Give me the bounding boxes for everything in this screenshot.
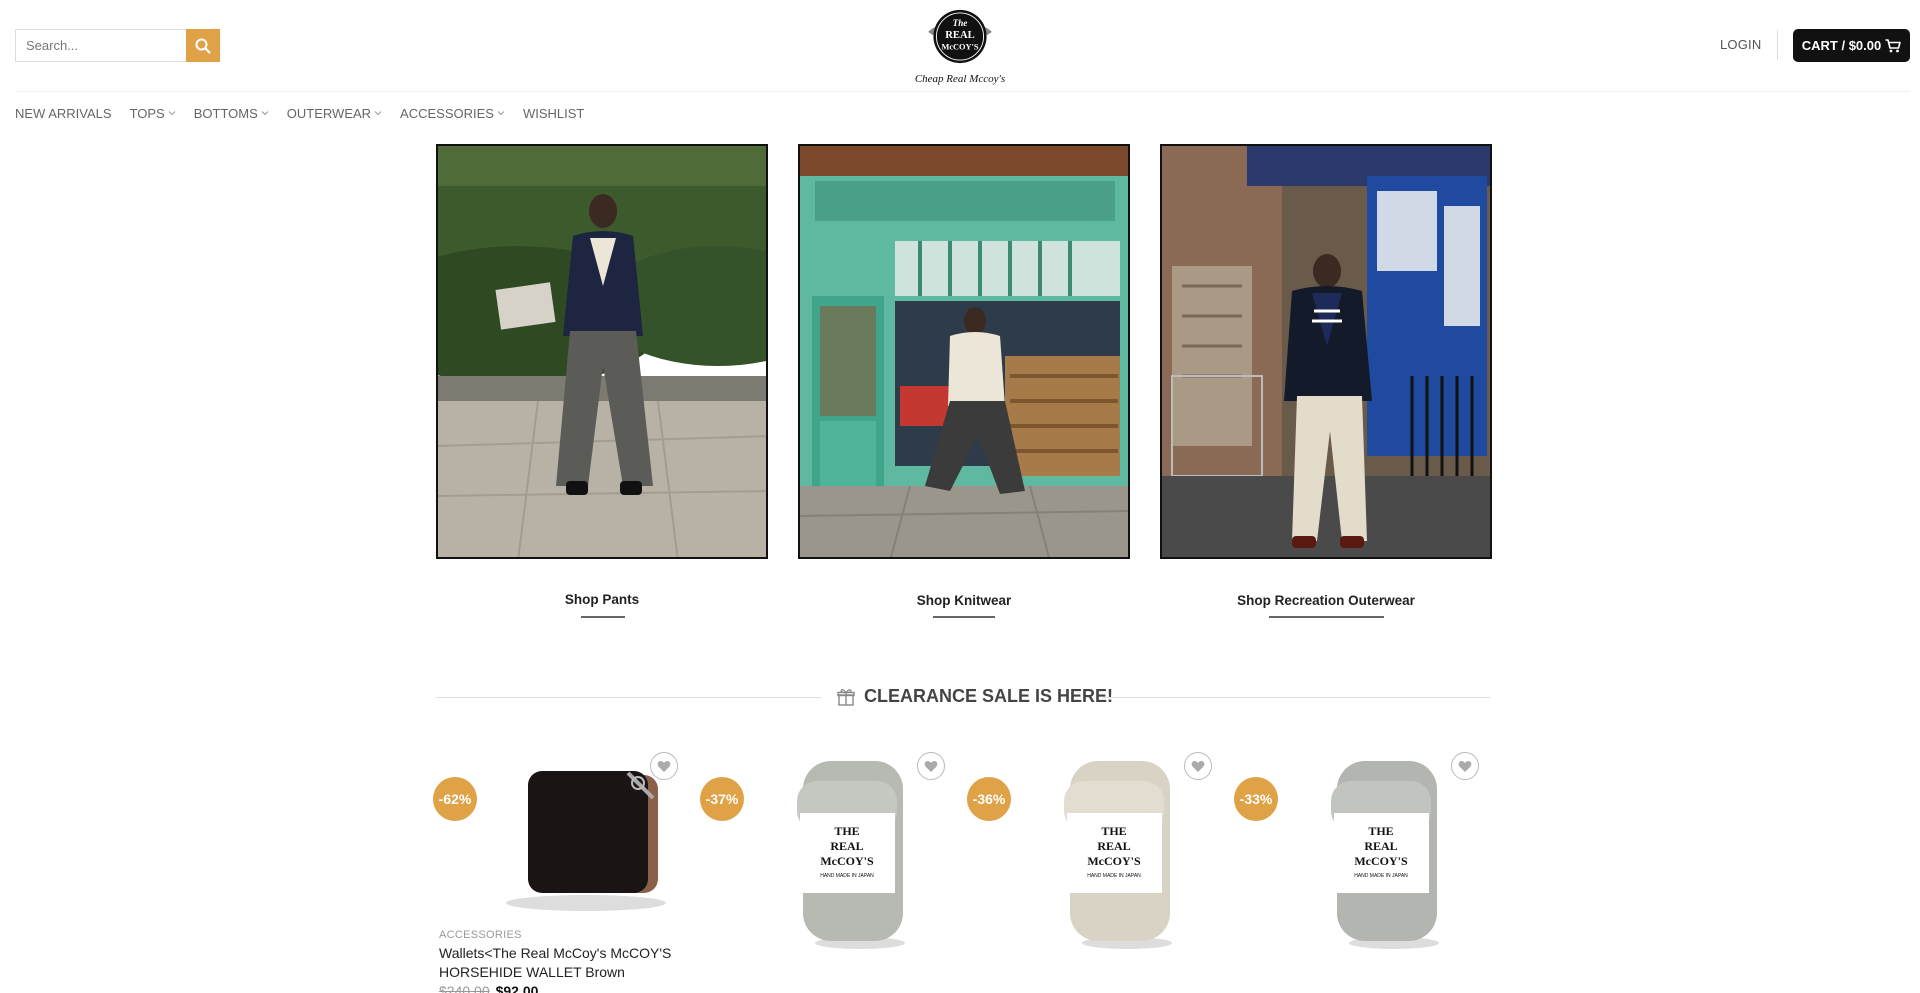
sock-label-line4: HAND MADE IN JAPAN <box>1354 873 1408 879</box>
product-card[interactable]: THE REAL McCOY'S HAND MADE IN JAPAN <box>700 745 950 993</box>
sock-label-line2: REAL <box>1364 839 1397 853</box>
nav-label: OUTERWEAR <box>286 105 372 121</box>
clearance-divider-right <box>1103 697 1490 698</box>
knitwear-photo <box>800 146 1128 557</box>
gift-icon <box>837 688 855 706</box>
sock-label-line2: REAL <box>1097 839 1130 853</box>
nav-bottoms[interactable]: BOTTOMS <box>194 104 269 122</box>
nav-label: NEW ARRIVALS <box>15 105 112 121</box>
wishlist-button[interactable] <box>1184 752 1212 780</box>
nav-accessories[interactable]: ACCESSORIES <box>400 104 505 122</box>
sale-badge: -37% <box>700 777 744 821</box>
sock-label-line3: McCOY'S <box>1354 854 1408 868</box>
chevron-down-icon <box>374 111 382 116</box>
heart-icon <box>657 760 671 772</box>
login-link[interactable]: LOGIN <box>1720 37 1761 52</box>
product-price: $240.00 $92.00 <box>439 983 538 993</box>
logo-text-bottom: McCOY'S <box>941 42 978 51</box>
sock-label-line4: HAND MADE IN JAPAN <box>1087 873 1141 879</box>
sock-label-line1: THE <box>834 824 859 838</box>
clearance-title: CLEARANCE SALE IS HERE! <box>864 686 1114 706</box>
sale-badge: -36% <box>967 777 1011 821</box>
shop-pants-link[interactable]: Shop Pants <box>520 592 684 607</box>
nav-tops[interactable]: TOPS <box>130 104 176 122</box>
outerwear-photo <box>1162 146 1490 557</box>
link-underline <box>1269 616 1384 618</box>
category-tile-pants[interactable] <box>436 144 768 559</box>
clearance-heading: CLEARANCE SALE IS HERE! <box>837 686 1113 707</box>
category-tile-outerwear[interactable] <box>1160 144 1492 559</box>
sock-label-line2: REAL <box>830 839 863 853</box>
wishlist-button[interactable] <box>917 752 945 780</box>
sock-label-line3: McCOY'S <box>1087 854 1141 868</box>
nav-outerwear[interactable]: OUTERWEAR <box>287 104 382 122</box>
product-old-price: $240.00 <box>439 983 490 993</box>
sale-badge: -33% <box>1234 777 1278 821</box>
chevron-down-icon <box>497 111 505 116</box>
search-button[interactable] <box>186 29 220 62</box>
sale-badge: -62% <box>433 777 477 821</box>
header-divider <box>1777 30 1778 60</box>
nav-new-arrivals[interactable]: NEW ARRIVALS <box>15 104 112 122</box>
logo-tagline: Cheap Real Mccoy's <box>914 73 1006 85</box>
wishlist-button[interactable] <box>1451 752 1479 780</box>
search-form <box>15 29 220 62</box>
product-card[interactable]: THE REAL McCOY'S HAND MADE IN JAPAN <box>1234 745 1484 993</box>
link-underline <box>581 616 625 618</box>
nav-label: TOPS <box>129 105 165 121</box>
sock-label-line3: McCOY'S <box>820 854 874 868</box>
sock-label-line4: HAND MADE IN JAPAN <box>820 873 874 879</box>
product-sale-price: $92.00 <box>495 983 539 993</box>
wallet-image <box>506 771 666 911</box>
sock-label-line1: THE <box>1368 824 1393 838</box>
search-input[interactable] <box>15 29 186 62</box>
chevron-down-icon <box>168 111 176 116</box>
sock-label-line1: THE <box>1101 824 1126 838</box>
shop-knitwear-link[interactable]: Shop Knitwear <box>882 593 1046 608</box>
socks-image: THE REAL McCOY'S HAND MADE IN JAPAN <box>1064 761 1172 949</box>
main-nav: NEW ARRIVALS TOPS BOTTOMS OUTERWEAR ACCE… <box>15 104 602 122</box>
cart-label: CART / $0.00 <box>1801 38 1882 53</box>
cart-icon <box>1885 38 1902 52</box>
heart-icon <box>1191 760 1205 772</box>
header-divider-line <box>15 91 1910 92</box>
chevron-down-icon <box>261 111 269 116</box>
socks-image: THE REAL McCOY'S HAND MADE IN JAPAN <box>797 761 905 949</box>
nav-label: ACCESSORIES <box>400 105 494 121</box>
heart-icon <box>1458 760 1472 772</box>
nav-wishlist[interactable]: WISHLIST <box>523 104 584 122</box>
product-name[interactable]: Wallets<The Real McCoy's McCOY'S HORSEHI… <box>439 944 684 982</box>
search-icon <box>195 38 211 54</box>
pants-photo <box>438 146 766 557</box>
nav-label: WISHLIST <box>522 105 585 121</box>
cart-button[interactable]: CART / $0.00 <box>1793 29 1910 62</box>
shop-outerwear-link[interactable]: Shop Recreation Outerwear <box>1196 593 1456 608</box>
site-logo[interactable]: The REAL McCOY'S Cheap Real Mccoy's <box>910 0 1010 85</box>
heart-icon <box>924 760 938 772</box>
product-card[interactable]: THE REAL McCOY'S HAND MADE IN JAPAN <box>967 745 1217 993</box>
logo-badge: The REAL McCOY'S <box>928 9 992 64</box>
wishlist-button[interactable] <box>650 752 678 780</box>
category-tile-knitwear[interactable] <box>798 144 1130 559</box>
logo-text-mid: REAL <box>945 30 975 41</box>
socks-image: THE REAL McCOY'S HAND MADE IN JAPAN <box>1331 761 1439 949</box>
link-underline <box>933 616 995 618</box>
logo-text-top: The <box>953 18 968 28</box>
clearance-divider-left <box>436 697 821 698</box>
nav-label: BOTTOMS <box>193 105 258 121</box>
product-category: ACCESSORIES <box>439 929 522 941</box>
